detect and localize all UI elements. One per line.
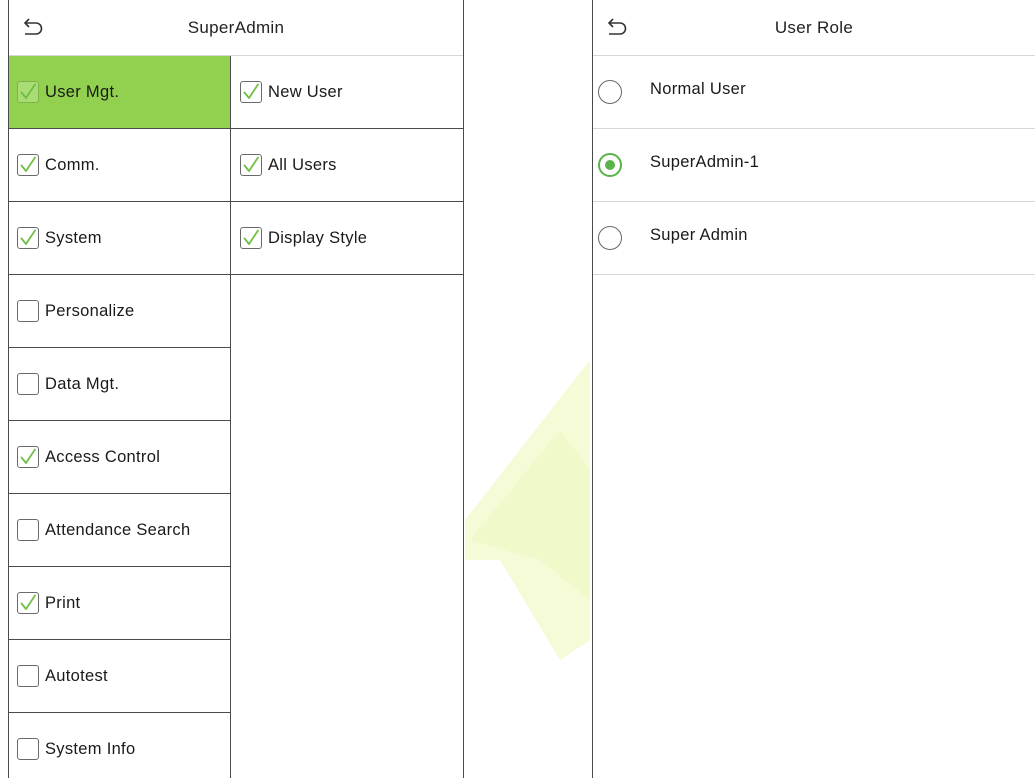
category-item-personalize[interactable]: Personalize <box>9 275 230 348</box>
category-item-autotest[interactable]: Autotest <box>9 640 230 713</box>
checkbox-unchecked[interactable] <box>17 300 39 322</box>
permission-label: Attendance Search <box>45 520 191 539</box>
checkbox-checked[interactable] <box>240 227 262 249</box>
radio-button-selected[interactable] <box>598 153 622 177</box>
permission-label: User Mgt. <box>45 82 120 101</box>
role-label: Super Admin <box>650 226 748 244</box>
checkbox-checked[interactable] <box>240 81 262 103</box>
category-item-user-mgt[interactable]: User Mgt. <box>9 56 230 129</box>
role-label: Normal User <box>650 80 746 98</box>
category-item-attendance-search[interactable]: Attendance Search <box>9 494 230 567</box>
checkmark-icon <box>243 83 259 99</box>
checkmark-icon <box>20 229 36 245</box>
page-title: SuperAdmin <box>187 18 285 37</box>
permission-label: Display Style <box>268 228 368 247</box>
permission-label: Access Control <box>45 447 161 466</box>
checkbox-checked[interactable] <box>17 81 39 103</box>
role-option-super-admin[interactable]: Super Admin <box>593 202 1035 275</box>
radio-button[interactable] <box>598 226 622 250</box>
permission-label: Comm. <box>45 155 100 174</box>
superadmin-screen: SuperAdmin User Mgt. Comm. System Personali… <box>8 0 464 778</box>
category-item-system-info[interactable]: System Info <box>9 713 230 778</box>
category-item-comm[interactable]: Comm. <box>9 129 230 202</box>
subitem-all-users[interactable]: All Users <box>231 129 463 202</box>
checkmark-icon <box>243 229 259 245</box>
permission-label: Print <box>45 593 81 612</box>
category-item-print[interactable]: Print <box>9 567 230 640</box>
permission-label: New User <box>268 82 343 101</box>
permission-label: System Info <box>45 739 136 758</box>
category-item-access-control[interactable]: Access Control <box>9 421 230 494</box>
checkmark-icon <box>20 156 36 172</box>
category-item-system[interactable]: System <box>9 202 230 275</box>
screen-header: SuperAdmin <box>9 0 463 56</box>
radio-button[interactable] <box>598 80 622 104</box>
permission-category-list: User Mgt. Comm. System Personalize Data Mgt.… <box>9 56 231 778</box>
screen-header: User Role <box>593 0 1035 56</box>
checkbox-unchecked[interactable] <box>17 373 39 395</box>
page-title: User Role <box>774 18 854 37</box>
subitem-new-user[interactable]: New User <box>231 56 463 129</box>
permission-label: Autotest <box>45 666 108 685</box>
checkbox-checked[interactable] <box>17 154 39 176</box>
checkmark-icon <box>20 448 36 464</box>
checkmark-icon <box>20 83 36 99</box>
checkbox-unchecked[interactable] <box>17 665 39 687</box>
permission-label: All Users <box>268 155 337 174</box>
user-role-screen: User Role Normal User SuperAdmin-1 Super A… <box>592 0 1035 778</box>
subitem-display-style[interactable]: Display Style <box>231 202 463 275</box>
role-label: SuperAdmin-1 <box>650 153 760 171</box>
permission-label: Data Mgt. <box>45 374 120 393</box>
checkbox-checked[interactable] <box>17 592 39 614</box>
role-option-superadmin-1[interactable]: SuperAdmin-1 <box>593 129 1035 202</box>
role-option-normal-user[interactable]: Normal User <box>593 56 1035 129</box>
checkbox-unchecked[interactable] <box>17 738 39 760</box>
checkbox-checked[interactable] <box>17 227 39 249</box>
checkmark-icon <box>243 156 259 172</box>
checkbox-checked[interactable] <box>17 446 39 468</box>
permission-label: Personalize <box>45 301 135 320</box>
checkbox-checked[interactable] <box>240 154 262 176</box>
category-item-data-mgt[interactable]: Data Mgt. <box>9 348 230 421</box>
checkmark-icon <box>20 594 36 610</box>
permission-subitem-list: New User All Users Display Style <box>231 56 463 778</box>
permission-label: System <box>45 228 102 247</box>
checkbox-unchecked[interactable] <box>17 519 39 541</box>
